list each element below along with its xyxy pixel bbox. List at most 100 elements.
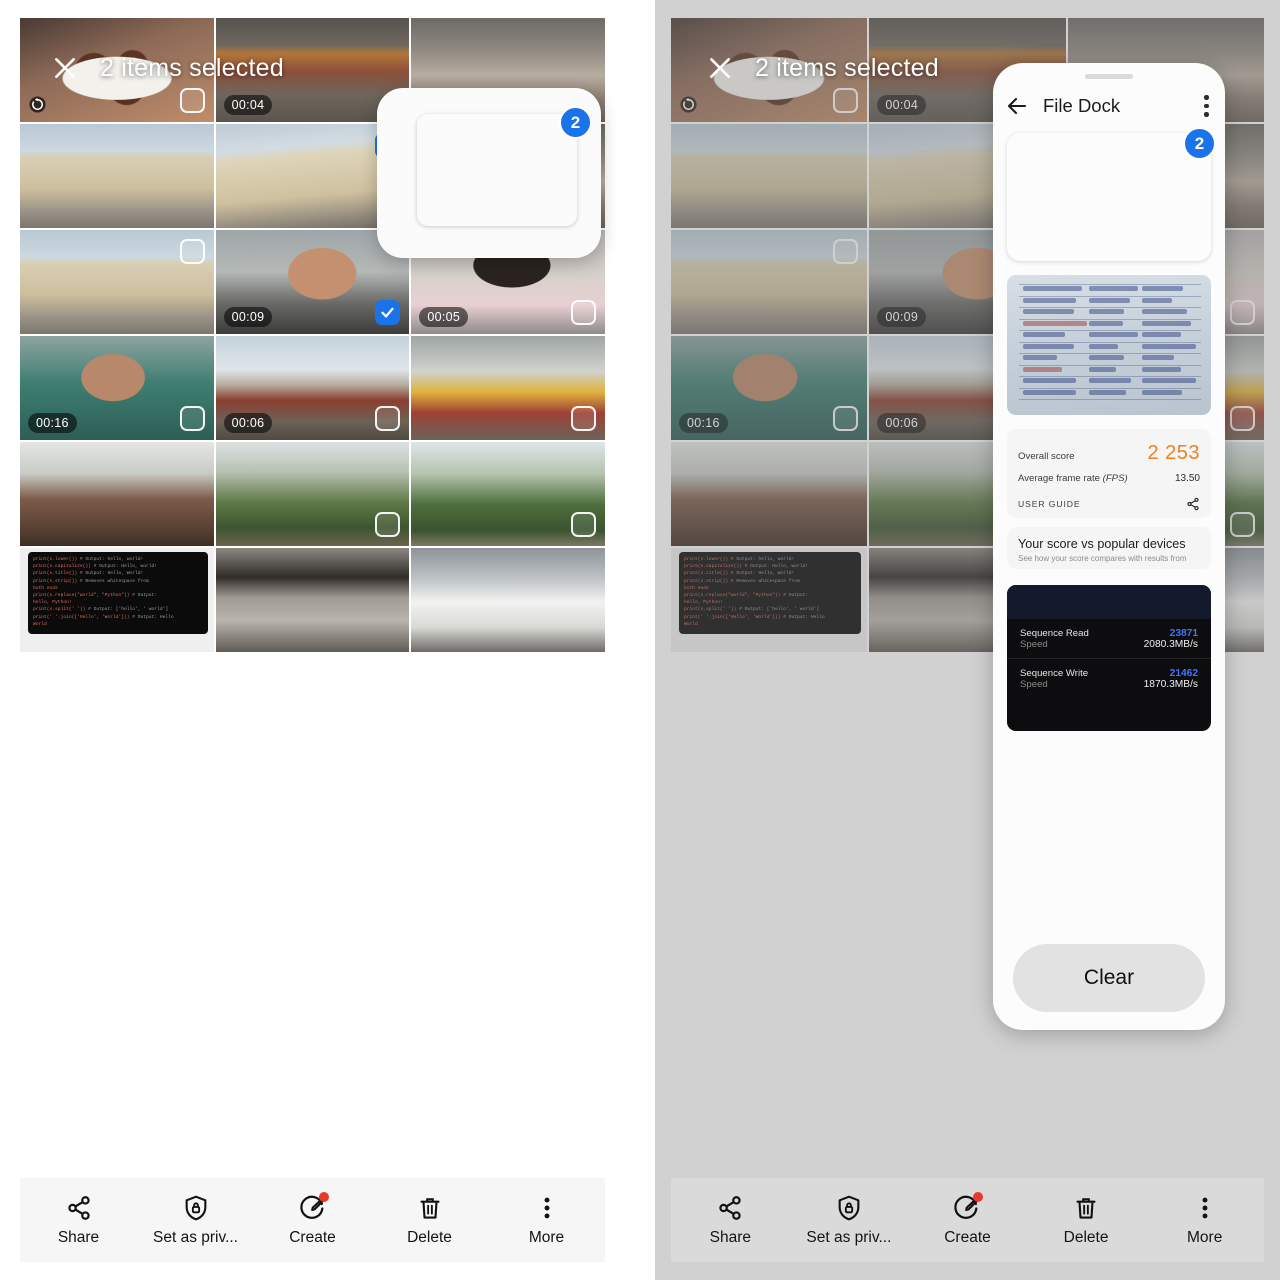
shield-lock-icon	[182, 1194, 210, 1222]
panel-right-filedock: 00:0400:0900:0500:1600:06print(s.lower()…	[655, 0, 1280, 1280]
storage-speed-label: Speed	[1020, 639, 1048, 650]
video-duration-badge: 00:05	[419, 307, 468, 327]
selection-checkbox[interactable]	[180, 406, 205, 431]
dock-item-handwritten-notes[interactable]	[1007, 275, 1211, 415]
drag-preview-card[interactable]: 2	[377, 88, 601, 258]
selection-checkbox-checked[interactable]	[375, 300, 400, 325]
user-guide-row[interactable]: USER GUIDE	[1018, 488, 1200, 511]
selection-count-label: 2 items selected	[100, 54, 284, 83]
share-icon	[65, 1194, 93, 1222]
selection-count-label: 2 items selected	[755, 54, 939, 83]
toolbar-button-set-as-priv[interactable]: Set as priv...	[148, 1194, 244, 1247]
frame-rate-value: 13.50	[1175, 473, 1200, 484]
photo-tile[interactable]	[216, 442, 410, 546]
selection-checkbox[interactable]	[571, 512, 596, 537]
toolbar-button-label: Set as priv...	[806, 1229, 891, 1247]
user-guide-label: USER GUIDE	[1018, 499, 1080, 509]
overall-score-value: 2 253	[1147, 442, 1200, 465]
photo-tile[interactable]	[411, 548, 605, 652]
pencil-circle-icon	[299, 1194, 327, 1222]
benchmark-score-card: Overall score 2 253 Average frame rate (…	[1007, 429, 1211, 518]
photo-tile[interactable]: print(s.lower()) # Output: hello, world!…	[20, 548, 214, 652]
arrow-left-icon[interactable]	[1005, 94, 1029, 118]
selection-checkbox[interactable]	[180, 239, 205, 264]
clear-button-wrap: Clear	[993, 944, 1225, 1012]
photo-tile[interactable]	[20, 124, 214, 228]
pencil-circle-icon	[953, 1194, 981, 1222]
trash-icon	[416, 1194, 444, 1222]
photo-tile[interactable]	[411, 442, 605, 546]
screenshot-stage: 00:04 00:09 00:05 00:16 00:06 print(s.lower()…	[0, 0, 1280, 1280]
share-icon[interactable]	[1186, 497, 1200, 511]
file-dock-sheet: File Dock 2 Overall score 2 253 Average …	[993, 63, 1225, 1030]
toolbar-button-label: Share	[58, 1229, 99, 1247]
storage-speed-value: 1870.3MB/s	[1144, 679, 1198, 690]
shield-lock-icon	[835, 1194, 863, 1222]
drag-preview-badge: 2	[559, 106, 592, 139]
file-dock-header: File Dock	[993, 83, 1225, 129]
toolbar-button-more[interactable]: More	[499, 1194, 595, 1247]
toolbar-button-label: Set as priv...	[153, 1229, 238, 1247]
selection-checkbox[interactable]	[571, 406, 596, 431]
frame-rate-label: Average frame rate (FPS)	[1018, 473, 1128, 484]
photo-tile[interactable]: 00:06	[216, 336, 410, 440]
photo-thumbnail	[216, 548, 410, 652]
share-icon	[716, 1194, 744, 1222]
storage-label: Sequence Read	[1020, 628, 1089, 639]
selection-header: 2 items selected	[0, 42, 625, 94]
video-duration-badge: 00:16	[28, 413, 77, 433]
toolbar-button-set-as-priv[interactable]: Set as priv...	[801, 1194, 897, 1247]
video-duration-badge: 00:06	[224, 413, 273, 433]
toolbar-button-label: Delete	[407, 1229, 452, 1247]
dock-item-photo[interactable]	[1007, 133, 1211, 261]
close-icon[interactable]	[707, 55, 733, 81]
storage-score: 21462	[1170, 668, 1198, 679]
storage-speed-value: 2080.3MB/s	[1144, 639, 1198, 650]
photo-tile[interactable]	[216, 548, 410, 652]
compare-devices-card[interactable]: Your score vs popular devices See how yo…	[1007, 527, 1211, 569]
toolbar-button-delete[interactable]: Delete	[382, 1194, 478, 1247]
sheet-drag-handle[interactable]	[1085, 74, 1133, 79]
photo-tile[interactable]	[411, 336, 605, 440]
toolbar-button-create[interactable]: Create	[265, 1194, 361, 1247]
toolbar-button-label: Share	[710, 1229, 751, 1247]
close-icon[interactable]	[52, 55, 78, 81]
clear-button[interactable]: Clear	[1013, 944, 1205, 1012]
photo-thumbnail	[20, 442, 214, 546]
bottom-toolbar[interactable]: Share Set as priv... Create Delete More	[671, 1178, 1264, 1262]
motion-photo-icon	[27, 94, 48, 115]
selection-checkbox[interactable]	[375, 512, 400, 537]
dock-item-badge: 2	[1183, 127, 1216, 160]
photo-tile[interactable]	[20, 442, 214, 546]
photo-tile[interactable]	[20, 230, 214, 334]
compare-devices-subtitle: See how your score compares with results…	[1018, 554, 1200, 563]
photo-thumbnail	[20, 124, 214, 228]
overall-score-label: Overall score	[1018, 451, 1075, 462]
toolbar-button-delete[interactable]: Delete	[1038, 1194, 1134, 1247]
more-vertical-icon	[1191, 1194, 1219, 1222]
storage-speed-label: Speed	[1020, 679, 1048, 690]
toolbar-button-create[interactable]: Create	[919, 1194, 1015, 1247]
storage-benchmark-card: Sequence Read 23871 Speed 2080.3MB/s Sequenc…	[1007, 585, 1211, 731]
selection-checkbox[interactable]	[571, 300, 596, 325]
storage-card-header	[1007, 585, 1211, 619]
notification-dot	[973, 1192, 983, 1202]
toolbar-button-share[interactable]: Share	[682, 1194, 778, 1247]
photo-thumbnail	[411, 548, 605, 652]
toolbar-button-label: Delete	[1064, 1229, 1109, 1247]
photo-tile[interactable]: 00:16	[20, 336, 214, 440]
more-vertical-icon[interactable]	[1204, 95, 1209, 117]
toolbar-button-label: Create	[944, 1229, 991, 1247]
bottom-toolbar[interactable]: Share Set as priv... Create Delete More	[20, 1178, 605, 1262]
video-duration-badge: 00:09	[224, 307, 273, 327]
storage-score: 23871	[1170, 628, 1198, 639]
drag-preview-thumbnail	[417, 114, 577, 226]
toolbar-button-label: More	[1187, 1229, 1222, 1247]
overall-score-row: Overall score 2 253	[1018, 438, 1200, 469]
selection-checkbox[interactable]	[375, 406, 400, 431]
toolbar-button-more[interactable]: More	[1157, 1194, 1253, 1247]
frame-rate-row: Average frame rate (FPS) 13.50	[1018, 469, 1200, 488]
toolbar-button-label: More	[529, 1229, 564, 1247]
compare-devices-title: Your score vs popular devices	[1018, 537, 1200, 551]
toolbar-button-share[interactable]: Share	[31, 1194, 127, 1247]
